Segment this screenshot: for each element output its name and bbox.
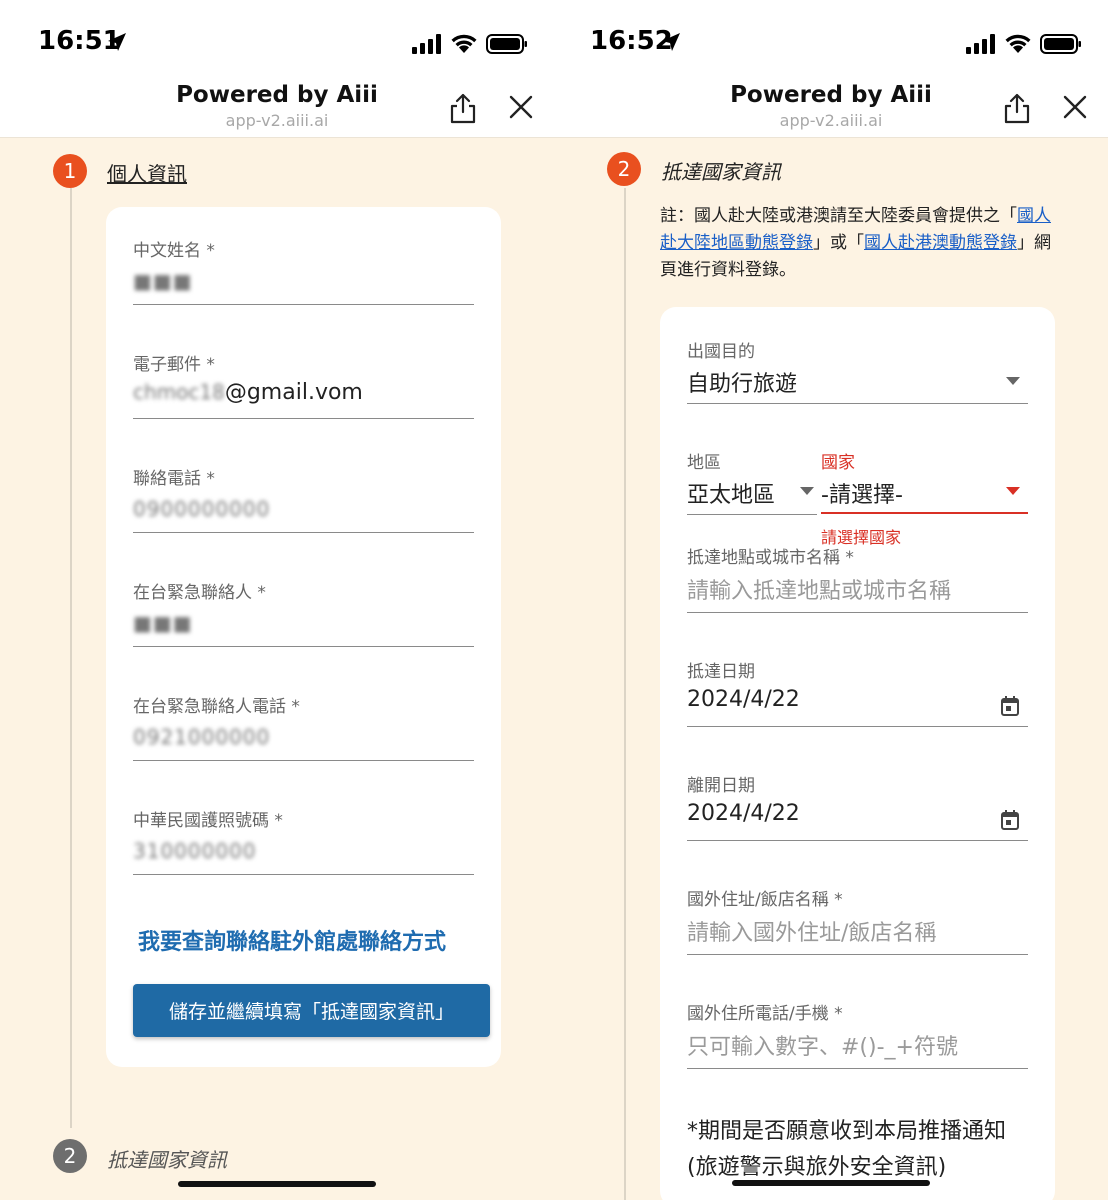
chinese-name-value: ■■■ [133,269,193,293]
arrival-date-field[interactable] [687,726,1028,727]
overseas-phone-input[interactable]: 只可輸入數字、#()-_+符號 [687,1029,958,1061]
home-indicator [732,1180,930,1186]
step-title-arrival-country[interactable]: 抵達國家資訊 [661,156,781,185]
status-bar: 16:51 [0,0,554,80]
step-number: 1 [53,154,87,188]
wifi-icon [451,34,477,53]
departure-date-field[interactable] [687,840,1028,841]
browser-header: Powered by Aiii app-v2.aiii.ai [0,80,554,138]
address-field[interactable] [687,954,1028,955]
email-value: chmoc18@gmail.vom [133,380,363,405]
overseas-phone-field[interactable] [687,1068,1028,1069]
save-continue-button[interactable]: 儲存並繼續填寫「抵達國家資訊」 [133,984,490,1037]
address-label: 國外住址/飯店名稱 * [687,890,843,910]
status-bar: 16:52 [554,0,1108,80]
purpose-select[interactable]: 自助行旅遊 [687,366,797,398]
step-timeline [624,188,626,1200]
wifi-icon [1005,34,1031,53]
passport-value: 310000000 [133,839,257,863]
close-icon[interactable] [1062,94,1088,120]
browser-header: Powered by Aiii app-v2.aiii.ai [554,80,1108,138]
consulate-contact-link[interactable]: 我要查詢聯絡駐外館處聯絡方式 [138,924,446,956]
overseas-phone-label: 國外住所電話/手機 * [687,1004,843,1024]
personal-info-card: 中文姓名 * ■■■ 電子郵件 * chmoc18@gmail.vom 聯絡電話… [106,207,501,1067]
email-field[interactable] [133,418,474,419]
step-title-personal-info[interactable]: 個人資訊 [107,158,187,187]
notification-question: *期間是否願意收到本局推播通知 (旅遊警示與旅外安全資訊) [687,1114,1037,1186]
emergency-phone-label: 在台緊急聯絡人電話 * [133,697,300,717]
passport-label: 中華民國護照號碼 * [133,811,283,831]
calendar-icon[interactable] [1000,695,1020,717]
city-field[interactable] [687,612,1028,613]
step-number: 2 [607,152,641,186]
note-middle: 」或「 [813,233,864,253]
location-arrow-icon [662,33,680,51]
address-input[interactable]: 請輸入國外住址/飯店名稱 [687,915,936,947]
country-label: 國家 [821,453,855,473]
region-label: 地區 [687,453,721,473]
chinese-name-label: 中文姓名 * [133,241,215,261]
note-prefix: 註：國人赴大陸或港澳請至大陸委員會提供之「 [660,206,1017,226]
share-icon[interactable] [1002,92,1032,124]
departure-date-input[interactable]: 2024/4/22 [687,801,800,826]
arrival-date-input[interactable]: 2024/4/22 [687,687,800,712]
phone-value: 0900000000 [133,497,271,521]
phone-field[interactable] [133,532,474,533]
calendar-icon[interactable] [1000,809,1020,831]
dropdown-icon [1006,377,1020,385]
region-select[interactable]: 亞太地區 [687,477,775,509]
mainland-hk-note: 註：國人赴大陸或港澳請至大陸委員會提供之「國人赴大陸地區動態登錄」或「國人赴港澳… [660,203,1055,284]
signal-icon [412,34,441,54]
email-label: 電子郵件 * [133,355,215,375]
battery-icon [1040,34,1081,54]
hk-macau-registration-link[interactable]: 國人赴港澳動態登錄 [864,233,1017,253]
step-timeline [70,188,72,1128]
location-arrow-icon [108,33,126,51]
signal-icon [966,34,995,54]
left-screen: 16:51 Powered by Aiii app-v2.aiii.ai 1 個… [0,0,554,1200]
arrival-date-label: 抵達日期 [687,662,755,682]
dropdown-icon [800,487,814,495]
arrival-info-card: 出國目的 自助行旅遊 地區 亞太地區 國家 -請選擇- 請選擇國家 抵達地點或城… [660,307,1055,1200]
dropdown-icon [1006,487,1020,495]
emergency-phone-field[interactable] [133,760,474,761]
notification-question-line1: *期間是否願意收到本局推播通知 [687,1119,1007,1144]
step-title-arrival-country[interactable]: 抵達國家資訊 [107,1144,227,1173]
chinese-name-field[interactable] [133,304,474,305]
emergency-contact-field[interactable] [133,646,474,647]
battery-icon [486,34,527,54]
share-icon[interactable] [448,92,478,124]
purpose-field[interactable] [687,403,1028,404]
right-screen: 16:52 Powered by Aiii app-v2.aiii.ai 2 抵… [554,0,1108,1200]
email-hidden-part: chmoc18 [133,380,225,404]
email-visible-part: @gmail.vom [224,380,363,405]
emergency-contact-value: ■■■ [133,611,193,635]
passport-field[interactable] [133,874,474,875]
phone-label: 聯絡電話 * [133,469,215,489]
emergency-contact-label: 在台緊急聯絡人 * [133,583,266,603]
country-field[interactable] [821,512,1028,514]
home-indicator [178,1181,376,1187]
close-icon[interactable] [508,94,534,120]
step-number: 2 [53,1139,87,1173]
city-input[interactable]: 請輸入抵達地點或城市名稱 [687,573,951,605]
country-select[interactable]: -請選擇- [821,477,903,509]
emergency-phone-value: 0921000000 [133,725,271,749]
departure-date-label: 離開日期 [687,776,755,796]
purpose-label: 出國目的 [687,342,755,362]
city-label: 抵達地點或城市名稱 * [687,548,854,568]
region-field[interactable] [687,514,817,515]
